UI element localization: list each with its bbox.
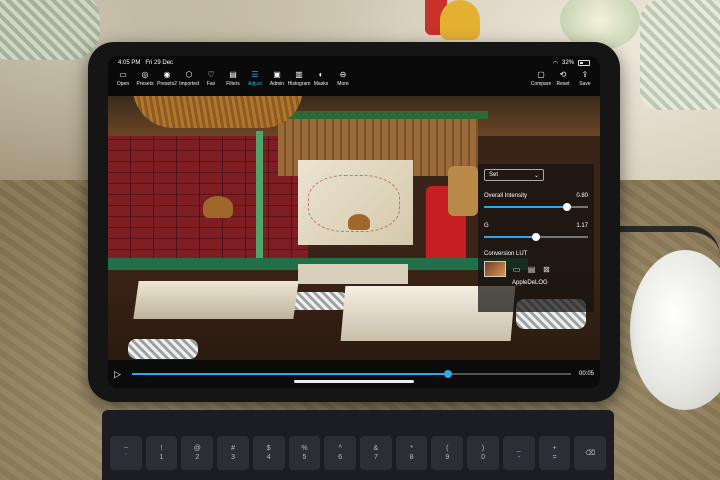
tool-more[interactable]: ⊖ More [332,70,354,96]
chevron-down-icon: ⌄ [533,172,539,179]
keyboard-key[interactable]: #3 [217,436,249,470]
keyboard-key[interactable]: ! 1 [145,436,178,470]
preset-select-value: Set [489,172,499,178]
tool-compare[interactable]: ▢ Compare [530,70,552,96]
heart-icon: ♡ [207,70,215,79]
tool-open[interactable]: ▭ Open [112,70,134,96]
scrubber-knob[interactable] [444,370,453,378]
keyboard-key[interactable]: ⌫ [574,436,607,470]
histogram-icon: ▥ [295,70,303,79]
scrubber[interactable] [132,370,571,378]
slider-fill [484,206,568,208]
status-date: Fri 29 Dec [145,60,174,66]
admin-icon: ▣ [273,70,281,79]
sliders-icon: ☰ [251,70,259,79]
keyboard-key[interactable]: * 8 [395,436,428,470]
overall-intensity-slider[interactable] [484,203,588,211]
ipad-screen: 4:05 PM Fri 29 Dec ◠ 32% ▭ Open ◎ Preset… [108,56,600,388]
keyboard-key[interactable]: $4 [252,436,285,470]
tool-imported[interactable]: ⬡ Imported [178,70,200,96]
keyboard-key[interactable]: & 7 [360,436,392,470]
close-icon[interactable]: ⊠ [542,265,551,274]
adjust-panel: Set ⌄ Overall Intensity 0.80 G 1.17 Conv… [478,164,594,312]
scrubber-fill [132,373,449,375]
overall-intensity-value: 0.80 [576,193,588,199]
play-icon[interactable]: ▷ [114,369,124,379]
keyboard-key[interactable]: + = [538,436,571,470]
status-time: 4:05 PM [118,60,141,66]
video-green-trim [278,111,488,119]
battery-percent: 32% [561,60,574,66]
tool-histogram[interactable]: ▥ Histogram [288,70,311,96]
keyboard-key[interactable]: ) 0 [467,436,499,470]
slider-fill [484,236,536,238]
video-preview[interactable]: Set ⌄ Overall Intensity 0.80 G 1.17 Conv… [108,96,600,360]
presets2-icon: ◉ [163,70,171,79]
toolbar: ▭ Open ◎ Presets ◉ Presets2 ⬡ Imported ♡… [108,70,600,96]
keyboard-key[interactable]: _ - [502,436,535,470]
keyboard-key[interactable]: (9 [431,436,464,470]
tool-masks[interactable]: ◐ Masks [310,70,332,96]
tool-filters[interactable]: ▤ Filters [222,70,244,96]
magic-keyboard: ~ `! 1 @2 #3 $4% 5 ^ 6 & 7 * 8(9) 0 _ - + = ⌫ [102,410,614,480]
tool-presets2[interactable]: ◉ Presets2 [156,70,178,96]
video-green-pole [256,131,263,271]
lut-row: ▭ ▤ ⊠ [484,261,588,277]
presets-icon: ◎ [141,70,149,79]
playback-time: 00:05 [578,371,594,377]
gamma-row: G 1.17 [484,223,588,229]
video-cushion [128,339,198,359]
lut-thumbnail[interactable] [484,261,506,277]
cushion [640,0,720,110]
tool-presets[interactable]: ◎ Presets [134,70,156,96]
cushion [0,0,100,60]
overall-intensity-label: Overall Intensity [484,193,528,199]
preset-select[interactable]: Set ⌄ [484,169,544,181]
tool-reset[interactable]: ⟲ Reset [552,70,574,96]
keyboard-key[interactable]: @2 [181,436,214,470]
more-icon: ⊖ [339,70,347,79]
video-wicker-lamp [133,96,303,128]
bottle [440,0,480,40]
share-icon: ⇪ [581,70,589,79]
slider-knob[interactable] [563,203,572,211]
folder-icon[interactable]: ▭ [512,265,521,274]
keyboard-key[interactable]: % 5 [288,436,321,470]
lut-name: AppleDeLOG [512,280,548,286]
wifi-icon: ◠ [552,60,558,67]
tool-admin[interactable]: ▣ Admin [266,70,288,96]
folder-icon: ▭ [119,70,127,79]
keyboard-key[interactable]: ~ ` [110,436,142,470]
video-poster [298,160,413,245]
battery-icon [578,60,590,66]
video-hanging-lamp [348,214,370,230]
compare-icon: ▢ [537,70,545,79]
home-indicator[interactable] [294,380,414,383]
keyboard-key[interactable]: ^ 6 [324,436,357,470]
gamma-slider[interactable] [484,233,588,241]
tool-fav[interactable]: ♡ Fav [200,70,222,96]
overall-intensity-row: Overall Intensity 0.80 [484,193,588,199]
status-bar: 4:05 PM Fri 29 Dec ◠ 32% [108,56,600,70]
gamma-label: G [484,223,489,229]
video-hanging-lamp [448,166,478,216]
tool-save[interactable]: ⇪ Save [574,70,596,96]
conversion-lut-label: Conversion LUT [484,251,528,257]
masks-icon: ◐ [318,70,324,79]
filters-icon: ▤ [229,70,237,79]
video-table [298,264,408,284]
playback-bar: ▷ 00:05 [108,360,600,388]
tool-adjust[interactable]: ☰ Adjust [244,70,266,96]
cube-icon: ⬡ [185,70,193,79]
list-icon[interactable]: ▤ [527,265,536,274]
keyboard-row: ~ `! 1 @2 #3 $4% 5 ^ 6 & 7 * 8(9) 0 _ - + = ⌫ [110,436,607,470]
video-hanging-lamp [203,196,233,218]
reset-icon: ⟲ [559,70,567,79]
gamma-value: 1.17 [576,223,588,229]
video-table [133,281,299,319]
slider-knob[interactable] [532,233,540,241]
